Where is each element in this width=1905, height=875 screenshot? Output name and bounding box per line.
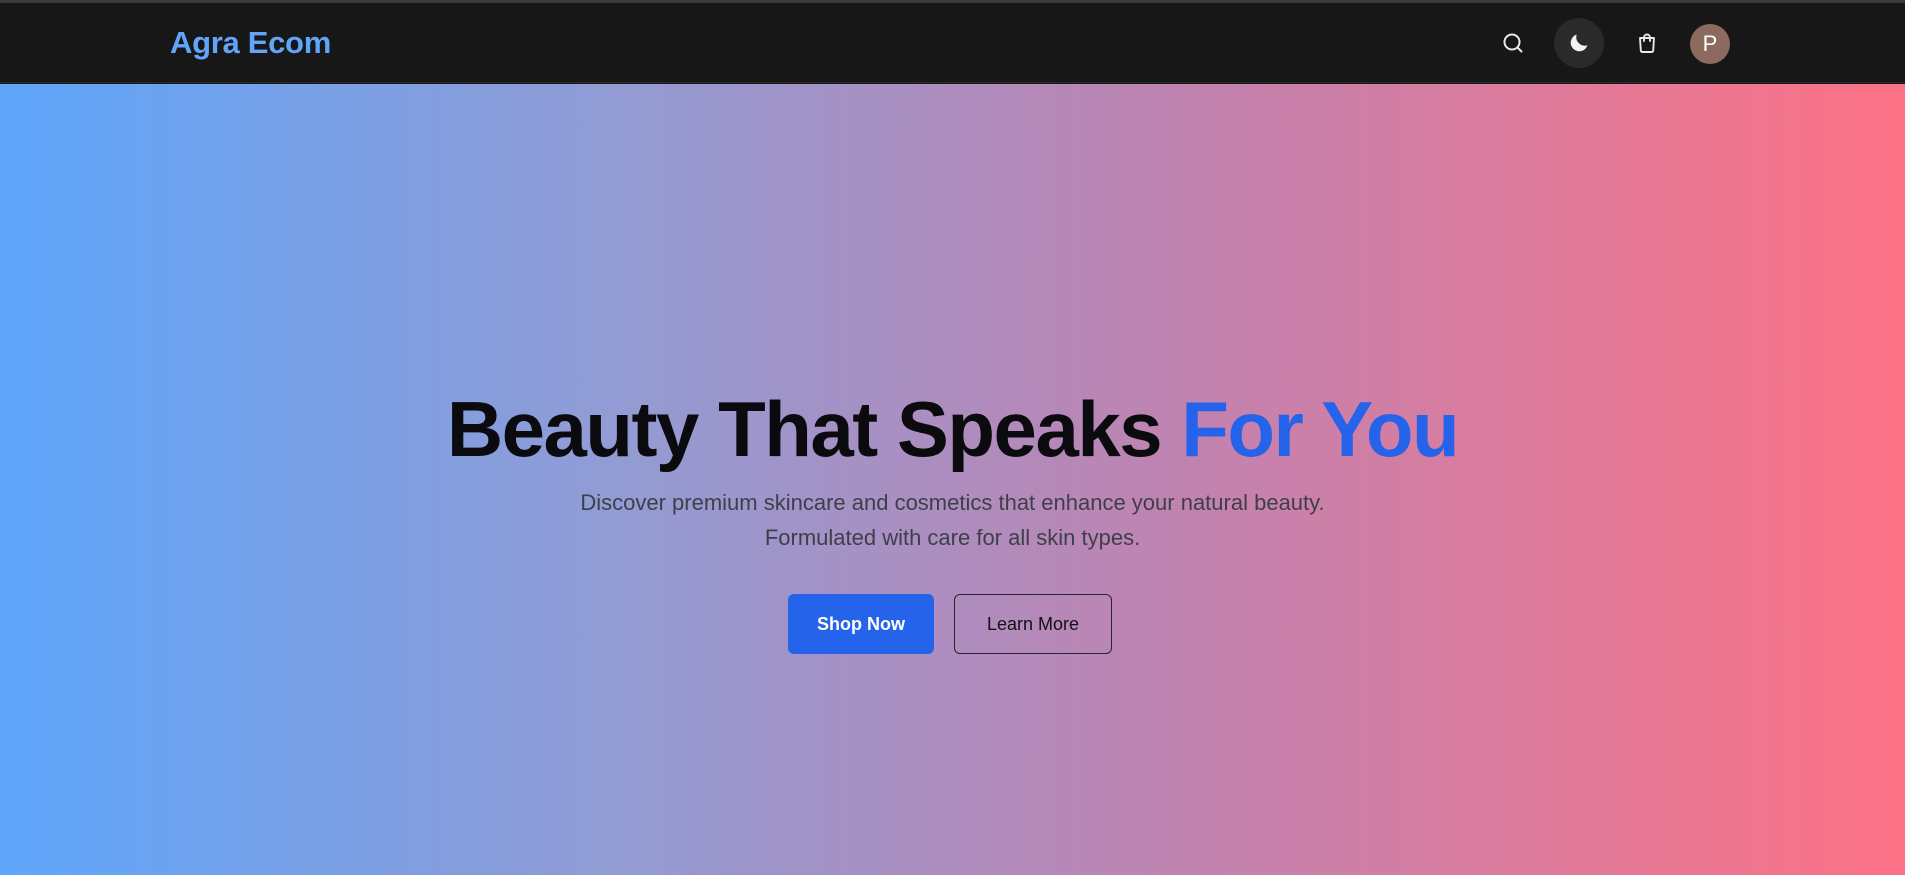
hero-title-accent: For You [1181,385,1459,473]
shopping-bag-icon [1639,33,1655,53]
hero-subtitle-line-2: Formulated with care for all skin types. [764,525,1141,550]
search-button[interactable] [1488,18,1538,68]
hero-section: Beauty That Speaks For You Discover prem… [0,84,1905,875]
learn-more-button[interactable]: Learn More [954,594,1112,654]
hero-subtitle-line-1: Discover premium skincare and cosmetics … [580,490,1325,515]
search-icon [1503,33,1523,53]
hero-title-main: Beauty That Speaks [446,385,1182,473]
hero-subtitle: Discover premium skincare and cosmetics … [0,485,1905,555]
theme-toggle-button[interactable] [1554,18,1604,68]
cart-button[interactable] [1622,18,1672,68]
shop-now-button[interactable]: Shop Now [788,594,934,654]
hero-title: Beauty That Speaks For You [0,384,1905,475]
moon-icon [1570,34,1588,52]
user-avatar[interactable]: P [1690,24,1730,64]
brand-logo[interactable]: Agra Ecom [170,25,331,61]
navbar: Agra Ecom P [0,3,1905,83]
